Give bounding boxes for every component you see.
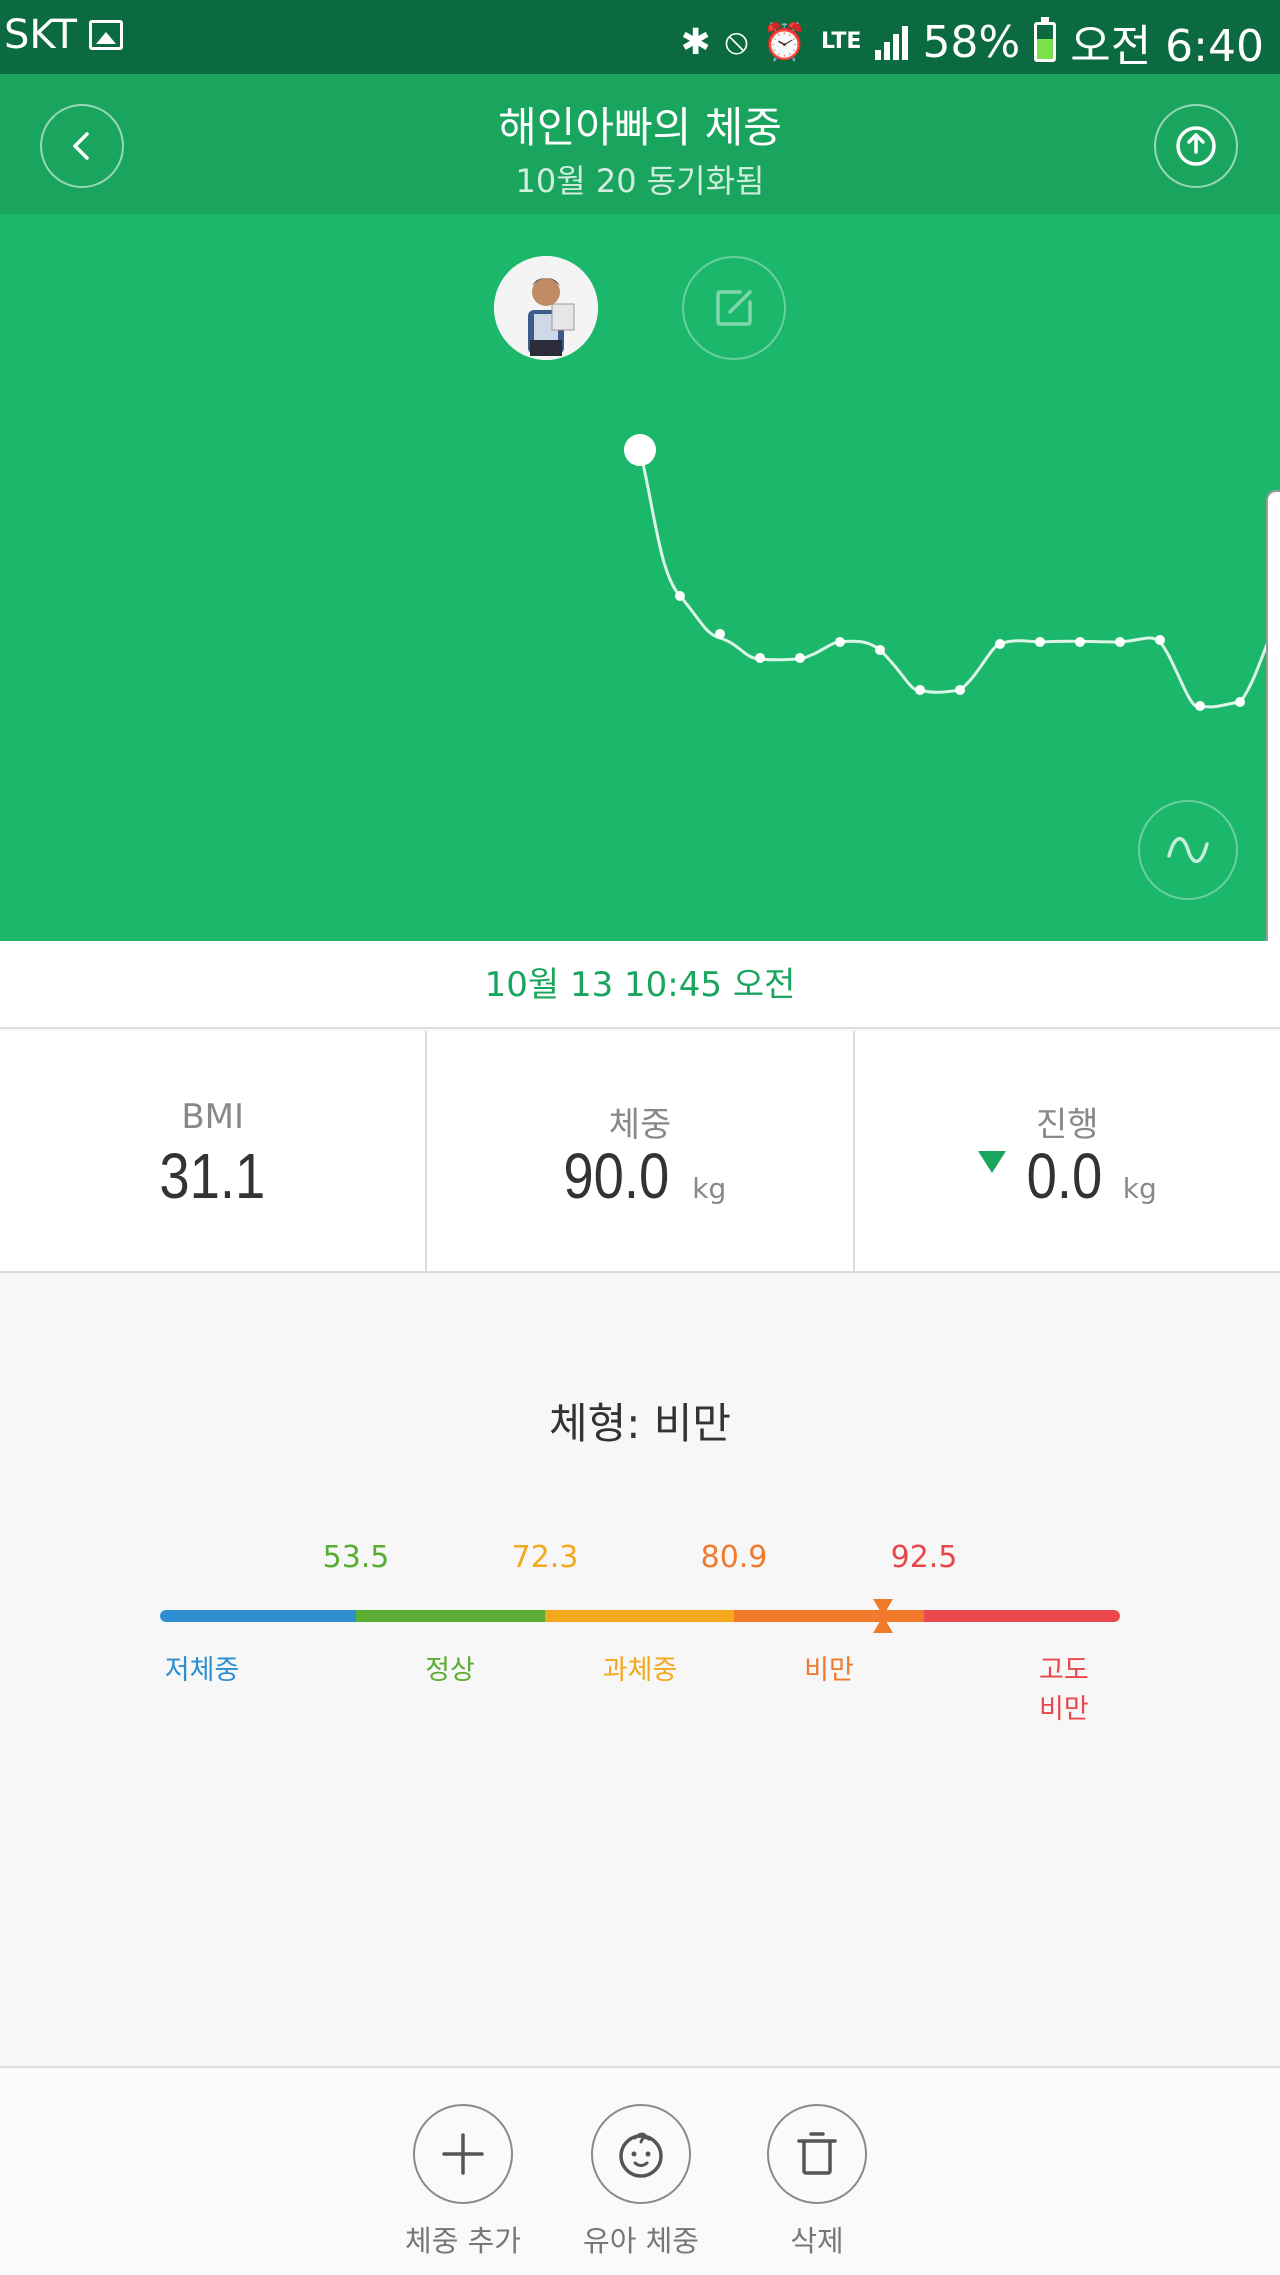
selected-point[interactable] bbox=[624, 434, 656, 466]
battery-icon bbox=[1034, 17, 1057, 62]
carrier-label: SKT bbox=[4, 12, 77, 58]
down-arrow-icon bbox=[977, 1151, 1006, 1173]
scale-bar bbox=[160, 1610, 1120, 1622]
weight-chart[interactable] bbox=[0, 214, 1280, 941]
baby-weight-label: 유아 체중 bbox=[583, 2224, 699, 2258]
bmi-label: BMI bbox=[181, 1097, 244, 1137]
data-point[interactable] bbox=[875, 645, 885, 655]
body-type-scale: 53.5 72.3 80.9 92.5 저체중 정상 과체중 비만 고도비만 bbox=[160, 1540, 1120, 1725]
add-weight-button[interactable]: 체중 추가 bbox=[393, 2104, 533, 2260]
threshold-obese: 80.9 bbox=[700, 1540, 768, 1575]
body-type-label: 체형: 비만 bbox=[548, 1399, 732, 1448]
progress-stat: 진행 0.0 kg bbox=[852, 1031, 1280, 1271]
segment-normal bbox=[356, 1610, 545, 1622]
avatar-photo bbox=[494, 256, 598, 360]
category-underweight: 저체중 bbox=[164, 1655, 240, 1686]
bottom-action-bar: 체중 추가 유아 체중 삭제 bbox=[0, 2066, 1280, 2275]
data-point[interactable] bbox=[715, 629, 725, 639]
segment-underweight bbox=[160, 1610, 356, 1622]
data-point[interactable] bbox=[1155, 635, 1165, 645]
clock: 오전 6:40 bbox=[1070, 21, 1264, 72]
data-point[interactable] bbox=[1075, 637, 1085, 647]
data-point[interactable] bbox=[1035, 637, 1045, 647]
segment-overweight bbox=[545, 1610, 734, 1622]
data-point[interactable] bbox=[1115, 637, 1125, 647]
data-point[interactable] bbox=[1195, 701, 1205, 711]
category-severely-obese: 고도비만 bbox=[1039, 1655, 1089, 1725]
data-point[interactable] bbox=[915, 685, 925, 695]
category-normal: 정상 bbox=[425, 1655, 475, 1686]
category-overweight: 과체중 bbox=[602, 1655, 678, 1686]
category-obese: 비만 bbox=[804, 1655, 854, 1686]
delete-button[interactable]: 삭제 bbox=[747, 2104, 887, 2260]
side-drawer-handle[interactable] bbox=[1266, 490, 1280, 1010]
progress-unit: kg bbox=[1122, 1172, 1157, 1205]
lte-icon: LTE bbox=[821, 29, 862, 54]
data-point[interactable] bbox=[1235, 697, 1245, 707]
trend-toggle-button[interactable] bbox=[1138, 800, 1238, 900]
segment-obese bbox=[734, 1610, 924, 1622]
alarm-icon: ⏰ bbox=[762, 22, 808, 63]
image-notification-icon bbox=[88, 20, 123, 50]
current-weight-marker bbox=[873, 1599, 894, 1633]
data-point[interactable] bbox=[995, 639, 1005, 649]
sync-status: 10월 20 동기화됨 bbox=[515, 162, 765, 200]
bmi-stat: BMI 31.1 bbox=[0, 1031, 425, 1271]
weight-value: 90.0 bbox=[563, 1140, 669, 1212]
weight-stat: 체중 90.0 kg bbox=[425, 1031, 852, 1271]
wave-icon bbox=[1167, 837, 1209, 863]
threshold-severely-obese: 92.5 bbox=[890, 1540, 958, 1575]
baby-face-icon bbox=[619, 2132, 663, 2178]
add-weight-label: 체중 추가 bbox=[405, 2224, 521, 2258]
app-header: 해인아빠의 체중 10월 20 동기화됨 bbox=[0, 74, 1280, 214]
plus-icon bbox=[442, 2133, 484, 2175]
threshold-normal: 53.5 bbox=[322, 1540, 390, 1575]
delete-label: 삭제 bbox=[790, 2224, 844, 2258]
vibrate-mute-icon: ⦸ bbox=[724, 21, 749, 62]
signal-icon bbox=[875, 24, 909, 60]
weight-trend-line bbox=[624, 434, 1280, 711]
bluetooth-icon: ✱ bbox=[680, 21, 711, 63]
data-point[interactable] bbox=[795, 653, 805, 663]
battery-percent: 58% bbox=[922, 16, 1021, 68]
data-point[interactable] bbox=[835, 637, 845, 647]
stats-panel: BMI 31.1 체중 90.0 kg 진행 0.0 kg bbox=[0, 1031, 1280, 1273]
segment-severely-obese bbox=[924, 1610, 1120, 1622]
data-point[interactable] bbox=[675, 591, 685, 601]
baby-weight-button[interactable]: 유아 체중 bbox=[571, 2104, 711, 2260]
threshold-overweight: 72.3 bbox=[511, 1540, 579, 1575]
page-title: 해인아빠의 체중 bbox=[498, 103, 782, 152]
user-avatar[interactable] bbox=[494, 256, 598, 360]
status-bar: SKT ✱ ⦸ ⏰ LTE 58% 오전 6:40 bbox=[0, 0, 1280, 74]
data-point[interactable] bbox=[755, 653, 765, 663]
weight-unit: kg bbox=[692, 1172, 727, 1205]
edit-icon bbox=[716, 290, 752, 326]
upload-icon bbox=[1176, 126, 1216, 166]
selected-date: 10월 13 10:45 오전 bbox=[0, 941, 1280, 1029]
data-point[interactable] bbox=[955, 685, 965, 695]
progress-value: 0.0 bbox=[1026, 1140, 1103, 1212]
trash-icon bbox=[797, 2132, 837, 2175]
share-button[interactable] bbox=[1154, 104, 1238, 188]
edit-button[interactable] bbox=[682, 256, 786, 360]
bmi-value: 31.1 bbox=[159, 1140, 266, 1212]
